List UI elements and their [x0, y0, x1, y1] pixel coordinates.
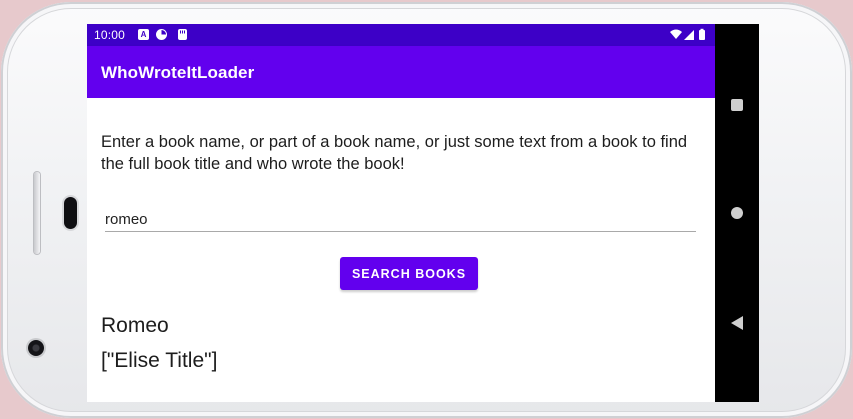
search-books-button[interactable]: SEARCH BOOKS [340, 257, 478, 290]
phone-body: 10:00 A WhoWroteItLoader Enter a book na… [1, 2, 852, 418]
instructions-text: Enter a book name, or part of a book nam… [101, 133, 688, 173]
side-power-button [34, 172, 40, 254]
navigation-bar [715, 24, 759, 402]
result-book-authors: ["Elise Title"] [101, 349, 218, 372]
home-icon[interactable] [731, 207, 743, 219]
battery-icon [699, 28, 705, 40]
status-indicators [670, 28, 705, 40]
result-book-title: Romeo [101, 314, 169, 337]
sd-card-icon [178, 29, 187, 40]
device-screen: 10:00 A WhoWroteItLoader Enter a book na… [87, 24, 759, 402]
front-camera [28, 340, 44, 356]
cell-signal-icon [684, 30, 694, 40]
book-search-input[interactable] [105, 207, 696, 232]
recent-apps-icon[interactable] [731, 99, 743, 111]
status-right-group [669, 28, 709, 42]
app-title: WhoWroteItLoader [101, 63, 255, 82]
data-saver-icon [156, 29, 167, 40]
back-icon[interactable] [731, 316, 743, 330]
status-time: 10:00 [94, 28, 126, 42]
earpiece-speaker [64, 197, 77, 229]
app-bar: WhoWroteItLoader [87, 46, 715, 98]
a-notification-icon: A [138, 29, 149, 40]
wifi-icon [670, 29, 682, 39]
device-frame: 10:00 A WhoWroteItLoader Enter a book na… [0, 0, 853, 419]
status-bar: 10:00 A [87, 24, 715, 46]
main-content: Enter a book name, or part of a book nam… [87, 98, 715, 402]
